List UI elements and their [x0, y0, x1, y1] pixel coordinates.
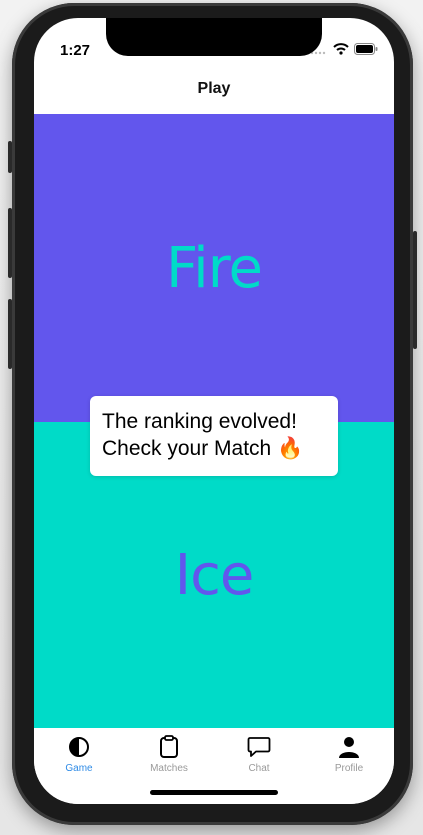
volume-up-button	[8, 208, 12, 278]
fire-option-panel[interactable]: Fire	[34, 114, 394, 422]
tab-game-label: Game	[65, 763, 93, 774]
status-time: 1:27	[60, 42, 91, 59]
wifi-icon	[333, 42, 349, 60]
tab-profile-label: Profile	[334, 763, 364, 774]
chat-bubble-icon	[246, 734, 272, 760]
page-title: Play	[197, 80, 231, 97]
tab-profile[interactable]: Profile	[304, 728, 394, 804]
fire-option-label: Fire	[166, 235, 263, 301]
ranking-toast[interactable]: The ranking evolved! Check your Match 🔥	[90, 396, 338, 476]
clipboard-icon	[156, 734, 182, 760]
toast-line-2: Check your Match 🔥	[102, 437, 304, 460]
canvas: 1:27 Play Fire Ice The ranking evolved! …	[0, 0, 423, 835]
ice-option-label: Ice	[174, 542, 255, 608]
notch	[106, 18, 322, 56]
status-icons	[310, 42, 378, 60]
person-icon	[336, 734, 362, 760]
tab-chat-label: Chat	[248, 763, 270, 774]
phone-screen: 1:27 Play Fire Ice The ranking evolved! …	[34, 18, 394, 804]
tab-game[interactable]: Game	[34, 728, 124, 804]
mute-switch	[8, 141, 12, 173]
half-circle-icon	[66, 734, 92, 760]
volume-down-button	[8, 299, 12, 369]
toast-line-1: The ranking evolved!	[102, 410, 297, 433]
battery-icon	[354, 42, 378, 60]
power-button	[413, 231, 417, 349]
navigation-bar: Play	[34, 64, 394, 114]
tab-matches-label: Matches	[150, 763, 188, 774]
home-indicator[interactable]	[150, 790, 278, 795]
